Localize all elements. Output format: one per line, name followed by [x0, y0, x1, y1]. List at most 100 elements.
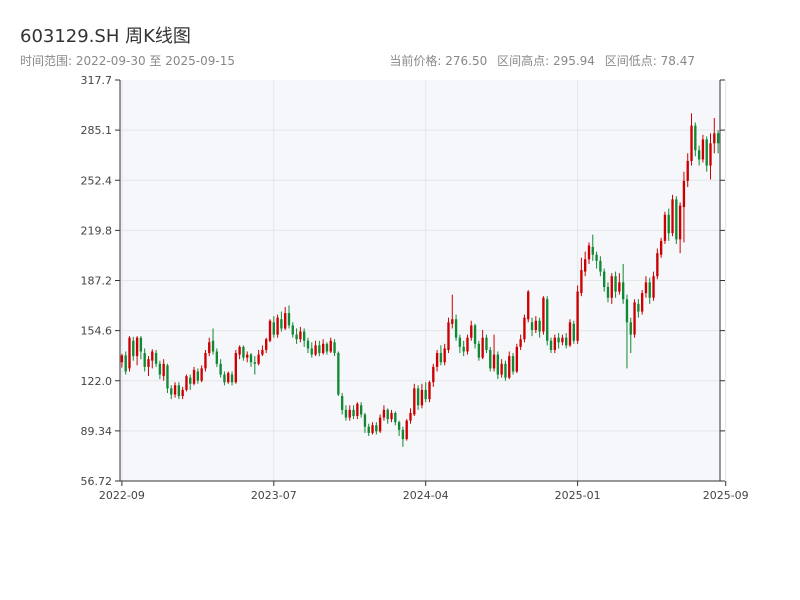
candle-body [242, 346, 245, 358]
candle-body [618, 282, 621, 292]
candle-body [310, 348, 313, 355]
candle-body [572, 323, 575, 341]
candle [511, 353, 515, 375]
y-tick-label: 122.0 [81, 375, 113, 388]
y-tick-label: 56.72 [81, 475, 113, 488]
candle-body [523, 317, 526, 340]
candle [633, 299, 636, 338]
candle-body [470, 325, 473, 338]
candle [185, 374, 188, 392]
candle-body [489, 349, 492, 369]
candle [128, 336, 131, 372]
candle-body [701, 139, 705, 160]
candle-body [690, 125, 693, 161]
candle-body [595, 254, 598, 261]
candle-body [162, 363, 165, 377]
candle-body [675, 199, 678, 240]
candle-body [527, 291, 530, 320]
candle-body [561, 337, 564, 343]
y-tick-label: 252.4 [81, 174, 113, 187]
candle-body [656, 253, 659, 277]
x-tick-label: 2022-09 [99, 489, 145, 502]
candle-body [686, 160, 689, 181]
candle-body [716, 133, 720, 144]
candle-body [295, 334, 298, 340]
candle-body [713, 133, 716, 144]
y-tick-label: 187.2 [81, 275, 113, 288]
candle-body [580, 270, 583, 294]
candle-body [177, 385, 181, 397]
candle-body [284, 313, 287, 329]
candle-body [481, 337, 484, 358]
candle-body [515, 346, 519, 372]
candle-body [321, 343, 325, 354]
candle [268, 319, 272, 343]
candle-body [542, 297, 545, 332]
candle-body [287, 313, 291, 326]
candle-body [709, 143, 712, 166]
candle-body [318, 345, 321, 354]
candle-body [485, 337, 488, 350]
candle-body [394, 412, 397, 423]
candle-body [367, 426, 370, 433]
candle [640, 290, 644, 315]
candle-body [405, 420, 408, 440]
candle-body [416, 388, 420, 406]
candle-body [306, 340, 310, 349]
candle-body [599, 260, 602, 272]
candle-body [265, 339, 268, 350]
candle-body [629, 322, 632, 335]
candle-body [439, 353, 443, 363]
candle-body [424, 389, 427, 400]
candle-body [682, 180, 686, 208]
candle [227, 371, 230, 384]
candle [413, 383, 416, 417]
candle-body [204, 353, 207, 369]
candle [337, 351, 340, 397]
candle-body [565, 337, 568, 346]
candle [447, 317, 450, 354]
candle-body [215, 351, 219, 364]
candle-body [519, 339, 522, 347]
candle-body [557, 337, 560, 343]
candle-body [280, 319, 283, 329]
candle-body [671, 199, 674, 234]
candle-body [451, 319, 454, 324]
candle-body [504, 363, 507, 378]
candle-body [473, 325, 477, 344]
candle-body [352, 409, 355, 417]
candle-body [139, 337, 143, 352]
candle-body [492, 354, 496, 369]
candle-body [667, 214, 670, 234]
candle-body [170, 388, 173, 395]
candle-body [253, 362, 256, 364]
candle-body [549, 340, 553, 350]
candle-body [397, 422, 401, 430]
candle-body [333, 342, 336, 354]
candle-body [135, 337, 139, 357]
candle-body [659, 240, 663, 255]
candle [576, 285, 579, 344]
candle-body [454, 319, 458, 338]
y-tick-label: 285.1 [81, 124, 113, 137]
candle-body [591, 247, 594, 255]
candle-body [348, 409, 351, 418]
candle-body [143, 353, 146, 367]
candle-body [299, 331, 302, 340]
candle-body [462, 346, 465, 352]
candle [276, 314, 279, 338]
candle-body [124, 355, 127, 372]
candle-body [181, 389, 184, 397]
candlestick-chart: 56.72 89.34 122.0 154.6 187.2 219.8 252.4 285.1… [81, 74, 749, 502]
candle-body [166, 365, 169, 389]
candle-body [587, 245, 591, 260]
candle-body [508, 356, 511, 378]
candle-body [390, 412, 393, 420]
candle-body [568, 322, 572, 346]
candle-body [648, 282, 651, 298]
candle-body [663, 214, 667, 241]
candle [568, 319, 572, 347]
candle-body [511, 356, 515, 372]
candle [405, 419, 408, 441]
candle-body [382, 409, 386, 418]
